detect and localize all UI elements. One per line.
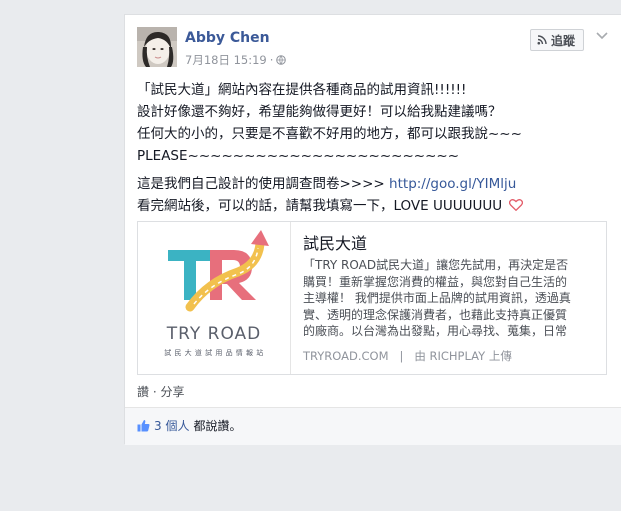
attachment-description: 「TRY ROAD試民大道」讓您先試用，再決定是否 購買！重新掌握您消費的權益，… xyxy=(303,257,593,339)
follow-label: 追蹤 xyxy=(551,33,576,48)
chevron-down-icon[interactable] xyxy=(596,31,608,41)
post-actions: 讚 · 分享 xyxy=(137,383,185,400)
avatar[interactable] xyxy=(137,27,177,67)
logo-subtitle: 試 民 大 道 試 用 品 情 報 站 xyxy=(164,349,264,357)
logo-title: TRY ROAD xyxy=(166,324,262,344)
source-separator: | xyxy=(399,349,404,363)
likes-bar: 3 個人 都說讚。 xyxy=(125,408,621,445)
description-line: 主導權！ 我們提供市面上品牌的試用資訊，透過真 xyxy=(303,291,571,305)
likes-count[interactable]: 3 個人 xyxy=(154,417,189,434)
likes-summary: 3 個人 都說讚。 xyxy=(137,417,241,434)
thumbs-up-icon xyxy=(137,420,150,432)
attachment-title[interactable]: 試民大道 xyxy=(303,230,367,254)
closing-text: 看完網站後，可以的話，請幫我填寫一下，LOVE UUUUUUU xyxy=(137,198,503,214)
heart-icon xyxy=(509,199,524,211)
rss-icon xyxy=(537,35,547,45)
author-name[interactable]: Abby Chen xyxy=(185,30,270,46)
share-button[interactable]: 分享 xyxy=(161,385,185,399)
post-line: 任何大的小的，只要是不喜歡不好用的地方，都可以跟我說~~~ xyxy=(137,126,522,142)
post-line: 「試民大道」網站內容在提供各種商品的試用資訊!!!!!! xyxy=(137,82,467,98)
link-attachment[interactable]: TRY ROAD 試 民 大 道 試 用 品 情 報 站 試民大道 「TRY R… xyxy=(137,221,607,375)
post-line: PLEASE~~~~~~~~~~~~~~~~~~~~~~~~ xyxy=(137,148,460,164)
like-button[interactable]: 讚 xyxy=(137,385,149,399)
uploader-link[interactable]: 由 RICHPLAY 上傳 xyxy=(414,349,511,363)
source-domain: TRYROAD.COM xyxy=(303,349,389,363)
globe-icon[interactable] xyxy=(276,55,287,65)
meta-separator: · xyxy=(269,53,274,67)
avatar-image xyxy=(137,27,177,67)
survey-line: 這是我們自己設計的使用調查問卷>>>> http://goo.gl/YIMlju xyxy=(137,173,617,195)
description-line: 購買！重新掌握您消費的權益，與您對自己生活的 xyxy=(303,274,568,289)
post-meta: 7月18日 15:19 · xyxy=(185,52,287,68)
closing-line: 看完網站後，可以的話，請幫我填寫一下，LOVE UUUUUUU xyxy=(137,195,617,217)
description-line: 的廠商。以台灣為出發點，用心尋找、蒐集，日常 xyxy=(303,324,568,338)
likes-suffix: 都說讚。 xyxy=(193,419,242,433)
actions-separator: · xyxy=(152,385,157,399)
post-card: Abby Chen 7月18日 15:19 · 追蹤 「試民大道」網站內容在提供… xyxy=(124,14,621,445)
follow-button[interactable]: 追蹤 xyxy=(530,29,585,51)
post-line: 設計好像還不夠好，希望能夠做得更好！可以給我點建議嗎？ xyxy=(137,104,502,120)
attachment-source: TRYROAD.COM | 由 RICHPLAY 上傳 xyxy=(303,348,512,364)
post-timestamp[interactable]: 7月18日 15:19 xyxy=(185,52,267,68)
description-line: 「TRY ROAD試民大道」讓您先試用，再決定是否 xyxy=(303,258,569,272)
description-line: 實、透明的理念保護消費者，也藉此支持真正優質 xyxy=(303,307,568,322)
attachment-logo[interactable]: TRY ROAD 試 民 大 道 試 用 品 情 報 站 xyxy=(138,222,291,374)
post-text: 「試民大道」網站內容在提供各種商品的試用資訊!!!!!! 設計好像還不夠好，希望… xyxy=(137,79,617,217)
survey-link[interactable]: http://goo.gl/YIMlju xyxy=(389,176,516,192)
tryroad-logo-mark xyxy=(168,230,269,312)
survey-prefix: 這是我們自己設計的使用調查問卷>>>> xyxy=(137,176,390,192)
